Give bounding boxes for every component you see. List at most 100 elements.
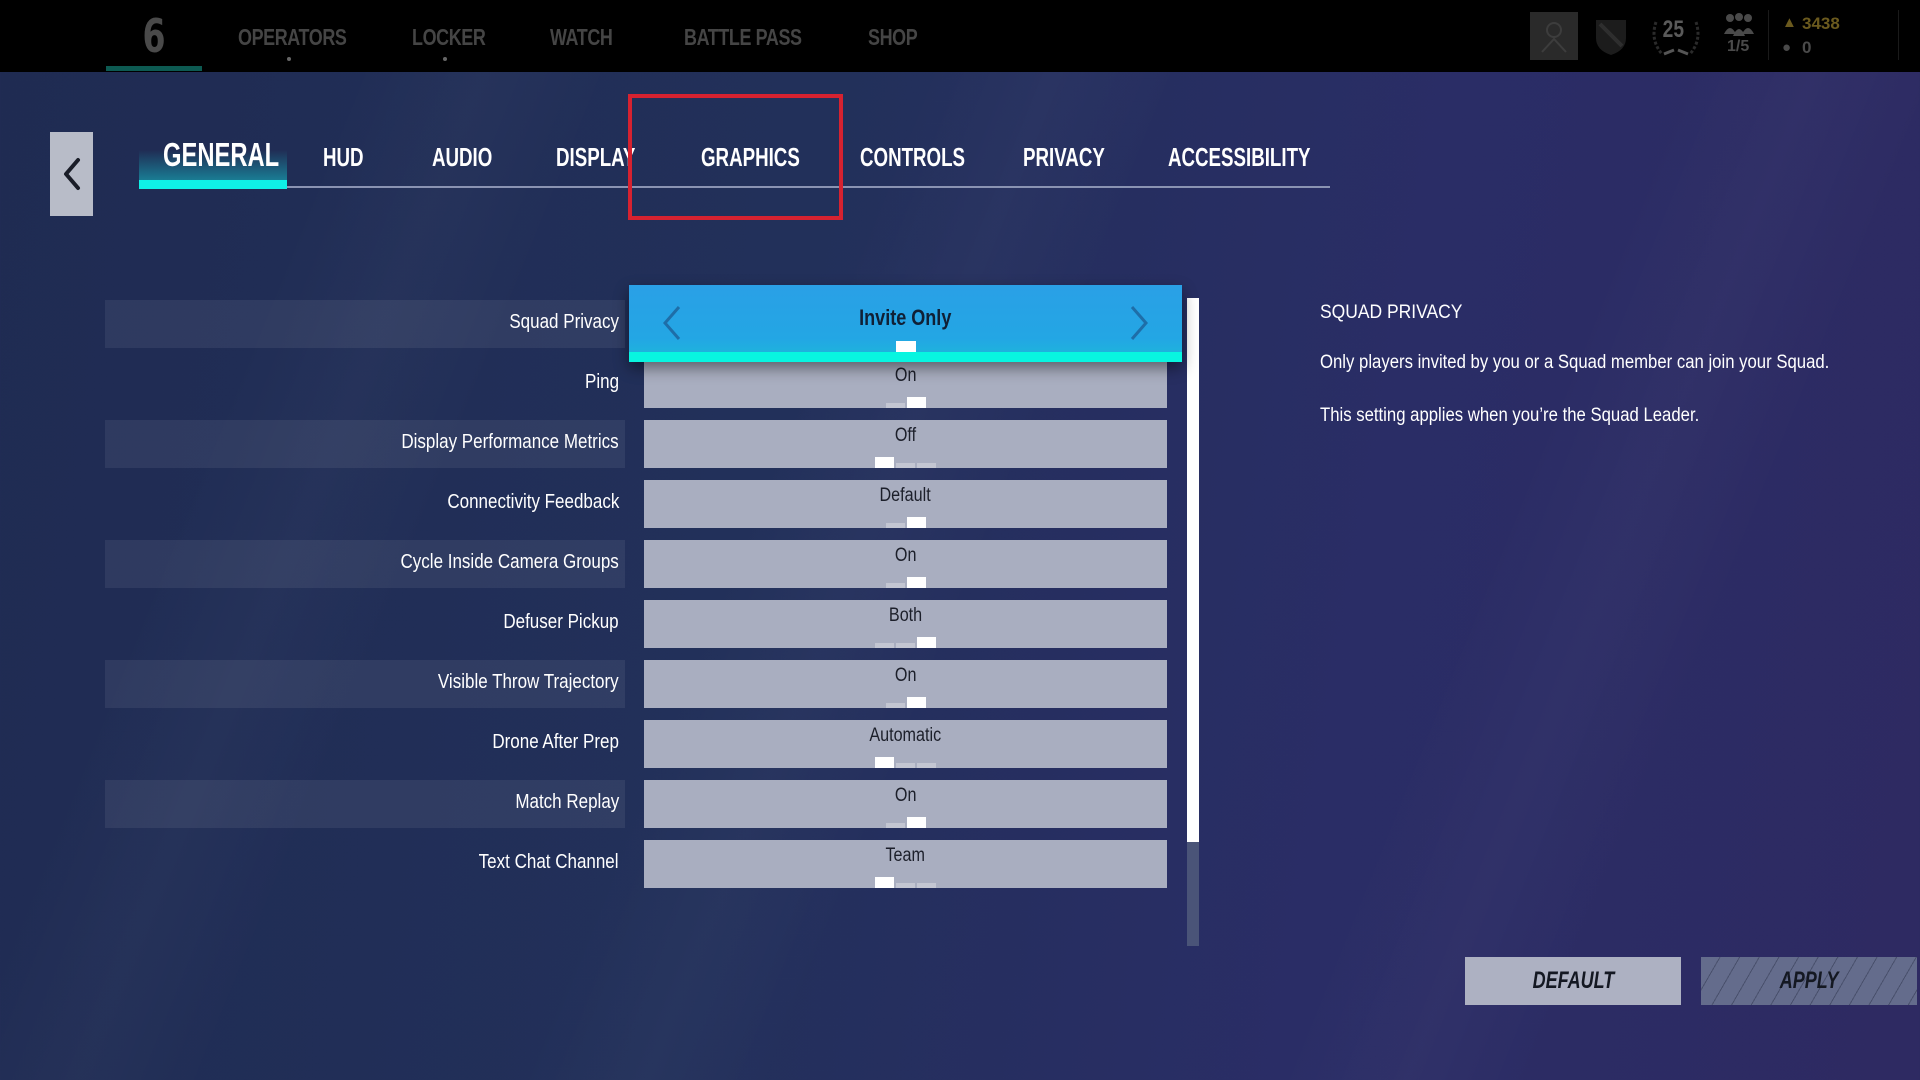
squad-privacy-selector-focused[interactable]: Invite Only xyxy=(629,285,1182,362)
setting-label: Text Chat Channel xyxy=(479,851,619,873)
setting-value: On xyxy=(894,365,917,386)
option-dot xyxy=(885,523,905,528)
tab-general[interactable]: GENERAL xyxy=(163,136,279,174)
tab-controls[interactable]: CONTROLS xyxy=(860,142,965,173)
setting-row[interactable]: Ping On xyxy=(105,360,1167,408)
nav-battle-pass[interactable]: BATTLE PASS xyxy=(684,24,802,51)
option-dot xyxy=(885,703,905,708)
setting-value: On xyxy=(894,665,917,686)
top-navigation-bar: 6 OPERATORS LOCKER WATCH BATTLE PASS SHO… xyxy=(0,0,1920,72)
setting-label: Connectivity Feedback xyxy=(447,491,619,513)
description-text: This setting applies when you’re the Squ… xyxy=(1320,405,1700,426)
scrollbar-thumb[interactable] xyxy=(1187,298,1199,842)
description-text: Only players invited by you or a Squad m… xyxy=(1320,352,1830,373)
option-dot xyxy=(896,763,915,768)
option-dot-active xyxy=(906,697,926,708)
option-dot-active xyxy=(875,457,894,468)
setting-value-selector[interactable]: Team xyxy=(644,840,1167,888)
divider xyxy=(1898,10,1899,60)
option-dot xyxy=(917,883,936,888)
renown-icon: ▲ xyxy=(1782,14,1797,31)
nav-shop[interactable]: SHOP xyxy=(868,24,918,51)
next-option-button[interactable] xyxy=(1124,303,1154,343)
setting-value: Default xyxy=(879,485,932,506)
option-indicator xyxy=(644,637,1167,648)
setting-row[interactable]: Display Performance Metrics Off xyxy=(105,420,1167,468)
notification-dot xyxy=(287,57,291,61)
setting-label: Defuser Pickup xyxy=(503,611,619,633)
setting-value-selector[interactable]: Automatic xyxy=(644,720,1167,768)
setting-value-selector[interactable]: On xyxy=(644,360,1167,408)
tab-audio[interactable]: AUDIO xyxy=(432,142,492,173)
option-dot-active xyxy=(875,877,894,888)
setting-row[interactable]: Connectivity Feedback Default xyxy=(105,480,1167,528)
default-button[interactable]: DEFAULT xyxy=(1465,957,1681,1005)
tab-privacy[interactable]: PRIVACY xyxy=(1023,142,1105,173)
settings-scrollbar[interactable] xyxy=(1187,298,1199,946)
setting-value-selector[interactable]: Both xyxy=(644,600,1167,648)
setting-label: Squad Privacy xyxy=(509,311,619,333)
option-indicator xyxy=(644,517,1167,528)
setting-value-selector[interactable]: On xyxy=(644,540,1167,588)
setting-row[interactable]: Cycle Inside Camera Groups On xyxy=(105,540,1167,588)
row-background xyxy=(105,360,625,408)
chevron-right-icon xyxy=(1130,306,1148,340)
rank-button[interactable] xyxy=(1594,16,1628,61)
option-dot xyxy=(896,643,915,648)
setting-value: Automatic xyxy=(869,725,942,746)
setting-row[interactable]: Match Replay On xyxy=(105,780,1167,828)
player-level: 25 xyxy=(1662,16,1685,43)
setting-label: Display Performance Metrics xyxy=(401,431,619,453)
option-dot-active xyxy=(875,757,894,768)
setting-value-selector[interactable]: Off xyxy=(644,420,1167,468)
option-dot xyxy=(885,403,905,408)
option-indicator xyxy=(644,577,1167,588)
setting-value-selector[interactable]: Default xyxy=(644,480,1167,528)
option-dot xyxy=(885,823,905,828)
option-indicator xyxy=(644,697,1167,708)
setting-row[interactable]: Text Chat Channel Team xyxy=(105,840,1167,888)
notification-dot xyxy=(443,57,447,61)
credits-balance: 0 xyxy=(1802,38,1812,57)
home-active-indicator xyxy=(106,66,202,71)
divider xyxy=(1768,10,1769,60)
option-dot-active xyxy=(906,577,926,588)
option-dot xyxy=(885,583,905,588)
option-dot xyxy=(875,643,894,648)
nav-operators[interactable]: OPERATORS xyxy=(238,24,347,51)
tab-hud[interactable]: HUD xyxy=(323,142,364,173)
avatar-button[interactable] xyxy=(1530,12,1578,60)
tab-accessibility[interactable]: ACCESSIBILITY xyxy=(1168,142,1311,173)
default-button-label: DEFAULT xyxy=(1532,967,1614,994)
option-indicator xyxy=(644,817,1167,828)
option-indicator xyxy=(644,457,1167,468)
option-dot-active xyxy=(906,817,926,828)
avatar-icon xyxy=(1541,22,1567,53)
renown-balance: 3438 xyxy=(1802,14,1840,33)
setting-value-selector[interactable]: On xyxy=(644,660,1167,708)
nav-locker[interactable]: LOCKER xyxy=(412,24,486,51)
setting-row[interactable]: Drone After Prep Automatic xyxy=(105,720,1167,768)
apply-button[interactable]: APPLY xyxy=(1701,957,1917,1005)
option-dot xyxy=(896,463,915,468)
apply-button-label: APPLY xyxy=(1779,967,1839,994)
credits-icon: ● xyxy=(1782,39,1792,56)
setting-label: Drone After Prep xyxy=(492,731,619,753)
setting-value: On xyxy=(894,785,917,806)
squad-count: 1/5 xyxy=(1727,38,1750,55)
setting-row[interactable]: Defuser Pickup Both xyxy=(105,600,1167,648)
home-logo-button[interactable]: 6 xyxy=(106,0,202,72)
setting-value: Both xyxy=(888,605,923,626)
squad-privacy-value: Invite Only xyxy=(859,305,952,330)
option-dot xyxy=(896,883,915,888)
tab-display[interactable]: DISPLAY xyxy=(556,142,635,173)
back-button[interactable] xyxy=(50,132,93,216)
option-indicator xyxy=(644,397,1167,408)
siege-logo-icon: 6 xyxy=(142,9,166,63)
setting-value-selector[interactable]: On xyxy=(644,780,1167,828)
option-dot-active xyxy=(906,397,926,408)
setting-row[interactable]: Visible Throw Trajectory On xyxy=(105,660,1167,708)
chevron-left-icon xyxy=(63,158,80,190)
nav-watch[interactable]: WATCH xyxy=(550,24,613,51)
background-streak xyxy=(1276,72,1920,1080)
